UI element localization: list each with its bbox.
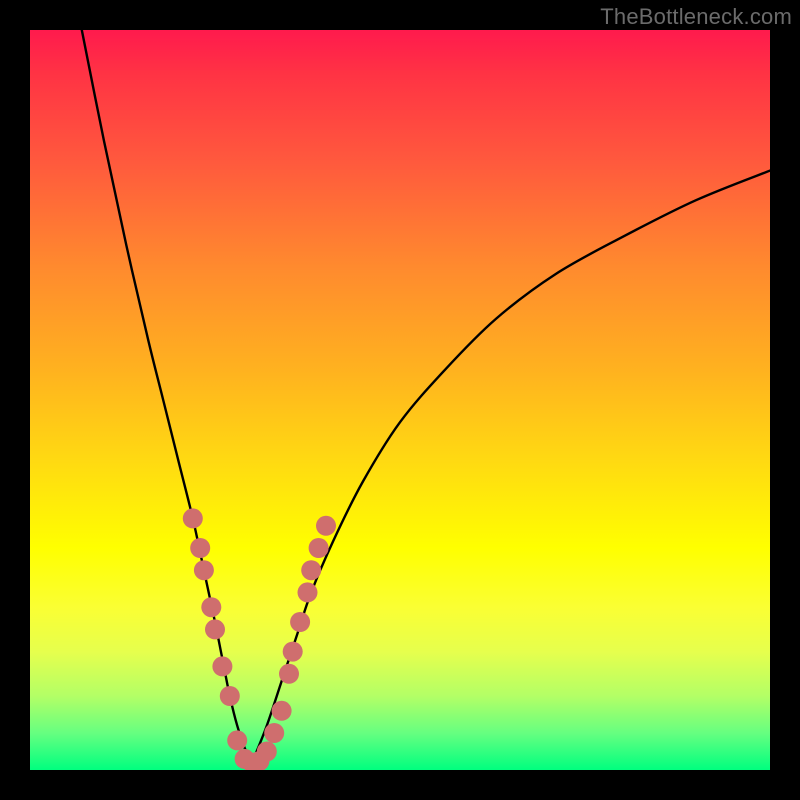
curve-marker <box>212 656 232 676</box>
curve-marker <box>264 723 284 743</box>
curve-marker <box>183 508 203 528</box>
curve-marker <box>272 701 292 721</box>
curve-marker <box>290 612 310 632</box>
curve-marker <box>309 538 329 558</box>
curve-marker <box>205 619 225 639</box>
curve-marker <box>257 742 277 762</box>
curve-marker <box>283 642 303 662</box>
left-curve <box>82 30 252 763</box>
curve-marker <box>279 664 299 684</box>
curve-markers <box>183 508 336 770</box>
watermark-text: TheBottleneck.com <box>600 4 792 30</box>
right-curve <box>252 171 770 763</box>
curve-marker <box>316 516 336 536</box>
curve-marker <box>220 686 240 706</box>
curve-marker <box>194 560 214 580</box>
curve-marker <box>190 538 210 558</box>
curve-marker <box>227 730 247 750</box>
curve-marker <box>298 582 318 602</box>
bottleneck-chart <box>30 30 770 770</box>
curve-marker <box>301 560 321 580</box>
curve-marker <box>201 597 221 617</box>
